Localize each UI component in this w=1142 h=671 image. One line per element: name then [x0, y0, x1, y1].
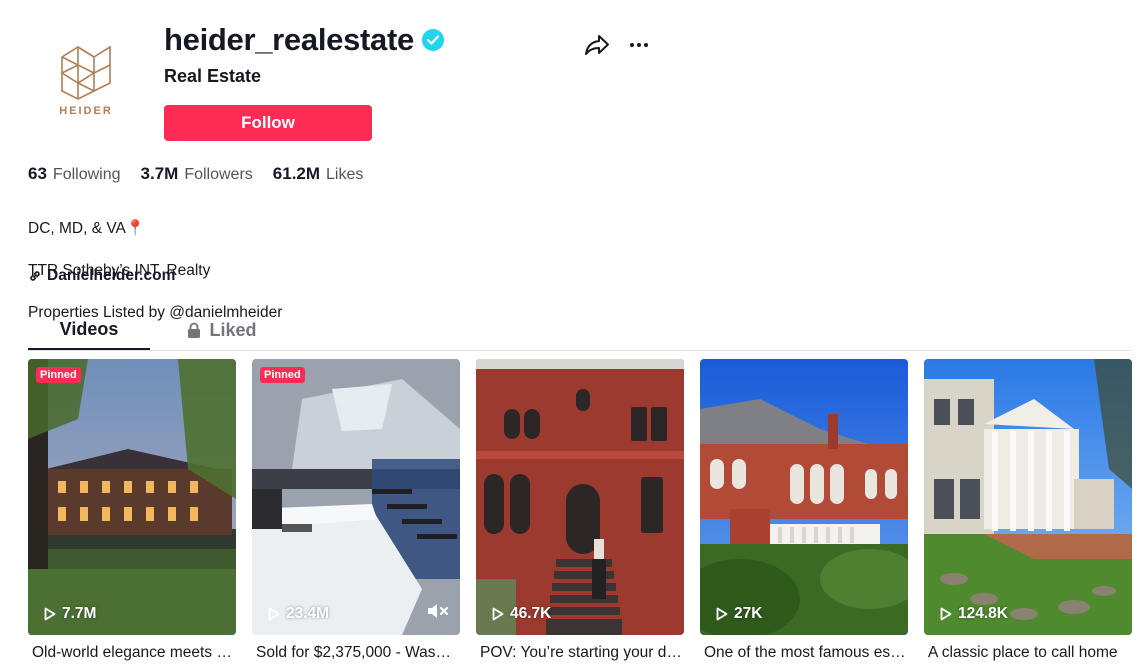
tab-liked[interactable]: Liked — [150, 310, 294, 350]
profile-subtitle: Real Estate — [164, 66, 262, 86]
view-count: 27K — [716, 605, 762, 623]
profile-tabs: Videos Liked — [28, 310, 1132, 351]
tab-videos[interactable]: Videos — [28, 310, 150, 350]
follow-button[interactable]: Follow — [164, 105, 372, 141]
play-icon — [716, 607, 728, 621]
view-count: 46.7K — [492, 605, 551, 623]
video-thumbnail[interactable]: 124.8K — [924, 359, 1132, 635]
pinned-badge: Pinned — [260, 367, 305, 383]
video-caption[interactable]: One of the most famous estates — [700, 644, 906, 662]
likes-stat: 61.2M Likes — [273, 164, 364, 184]
bio-link[interactable]: Danielheider.com — [28, 267, 175, 285]
view-count: 124.8K — [940, 605, 1008, 623]
avatar[interactable]: HEIDER — [28, 22, 144, 138]
video-card[interactable]: 124.8K A classic place to call home — [924, 359, 1132, 662]
view-count-text: 46.7K — [510, 605, 552, 622]
tab-liked-label: Liked — [209, 319, 257, 340]
profile-username: heider_realestate — [164, 22, 444, 58]
pinned-badge: Pinned — [36, 367, 81, 383]
share-icon[interactable] — [584, 33, 610, 57]
video-caption[interactable]: A classic place to call home — [924, 644, 1130, 662]
lock-icon — [188, 322, 201, 338]
view-count-text: 124.8K — [958, 605, 1008, 622]
likes-label: Likes — [326, 166, 364, 183]
video-card[interactable]: Pinned 7.7M Old-world elegance meets mod… — [28, 359, 236, 662]
followers-count: 3.7M — [140, 164, 179, 183]
video-thumbnail[interactable]: 27K — [700, 359, 908, 635]
video-thumbnail[interactable]: Pinned 7.7M — [28, 359, 236, 635]
video-thumbnail[interactable]: Pinned 23.4M — [252, 359, 460, 635]
profile-stats: 63 Following 3.7M Followers 61.2M Likes — [28, 164, 363, 184]
following-count: 63 — [28, 164, 47, 183]
view-count-text: 27K — [734, 605, 763, 622]
view-count: 23.4M — [268, 605, 329, 623]
more-icon[interactable] — [626, 33, 652, 57]
view-count-text: 23.4M — [286, 605, 330, 622]
followers-label: Followers — [184, 166, 253, 183]
play-icon — [492, 607, 504, 621]
logo-text: HEIDER — [59, 105, 113, 117]
view-count: 7.7M — [44, 605, 96, 623]
video-caption[interactable]: Sold for $2,375,000 - Washington DC — [252, 644, 458, 662]
likes-count: 61.2M — [272, 164, 321, 183]
bio-line: DC, MD, & VA📍 — [28, 220, 146, 237]
play-icon — [44, 607, 56, 621]
video-thumbnail[interactable]: 46.7K — [476, 359, 684, 635]
video-caption[interactable]: POV: You’re starting your day here — [476, 644, 682, 662]
following-stat[interactable]: 63 Following — [28, 164, 121, 184]
following-label: Following — [52, 166, 121, 183]
username-text: heider_realestate — [164, 22, 414, 57]
mute-icon[interactable] — [426, 601, 450, 621]
video-card[interactable]: Pinned 23.4M Sold for $2,375,000 - Washi… — [252, 359, 460, 662]
video-card[interactable]: 46.7K POV: You’re starting your day here — [476, 359, 684, 662]
followers-stat[interactable]: 3.7M Followers — [141, 164, 253, 184]
bio-link-text: Danielheider.com — [47, 267, 176, 284]
view-count-text: 7.7M — [62, 605, 97, 622]
play-icon — [268, 607, 280, 621]
verified-badge-icon — [421, 29, 444, 51]
video-card[interactable]: 27K One of the most famous estates — [700, 359, 908, 662]
video-caption[interactable]: Old-world elegance meets modern luxury — [28, 644, 234, 662]
link-icon — [30, 271, 40, 281]
play-icon — [940, 607, 952, 621]
heider-logo-icon — [60, 45, 111, 100]
